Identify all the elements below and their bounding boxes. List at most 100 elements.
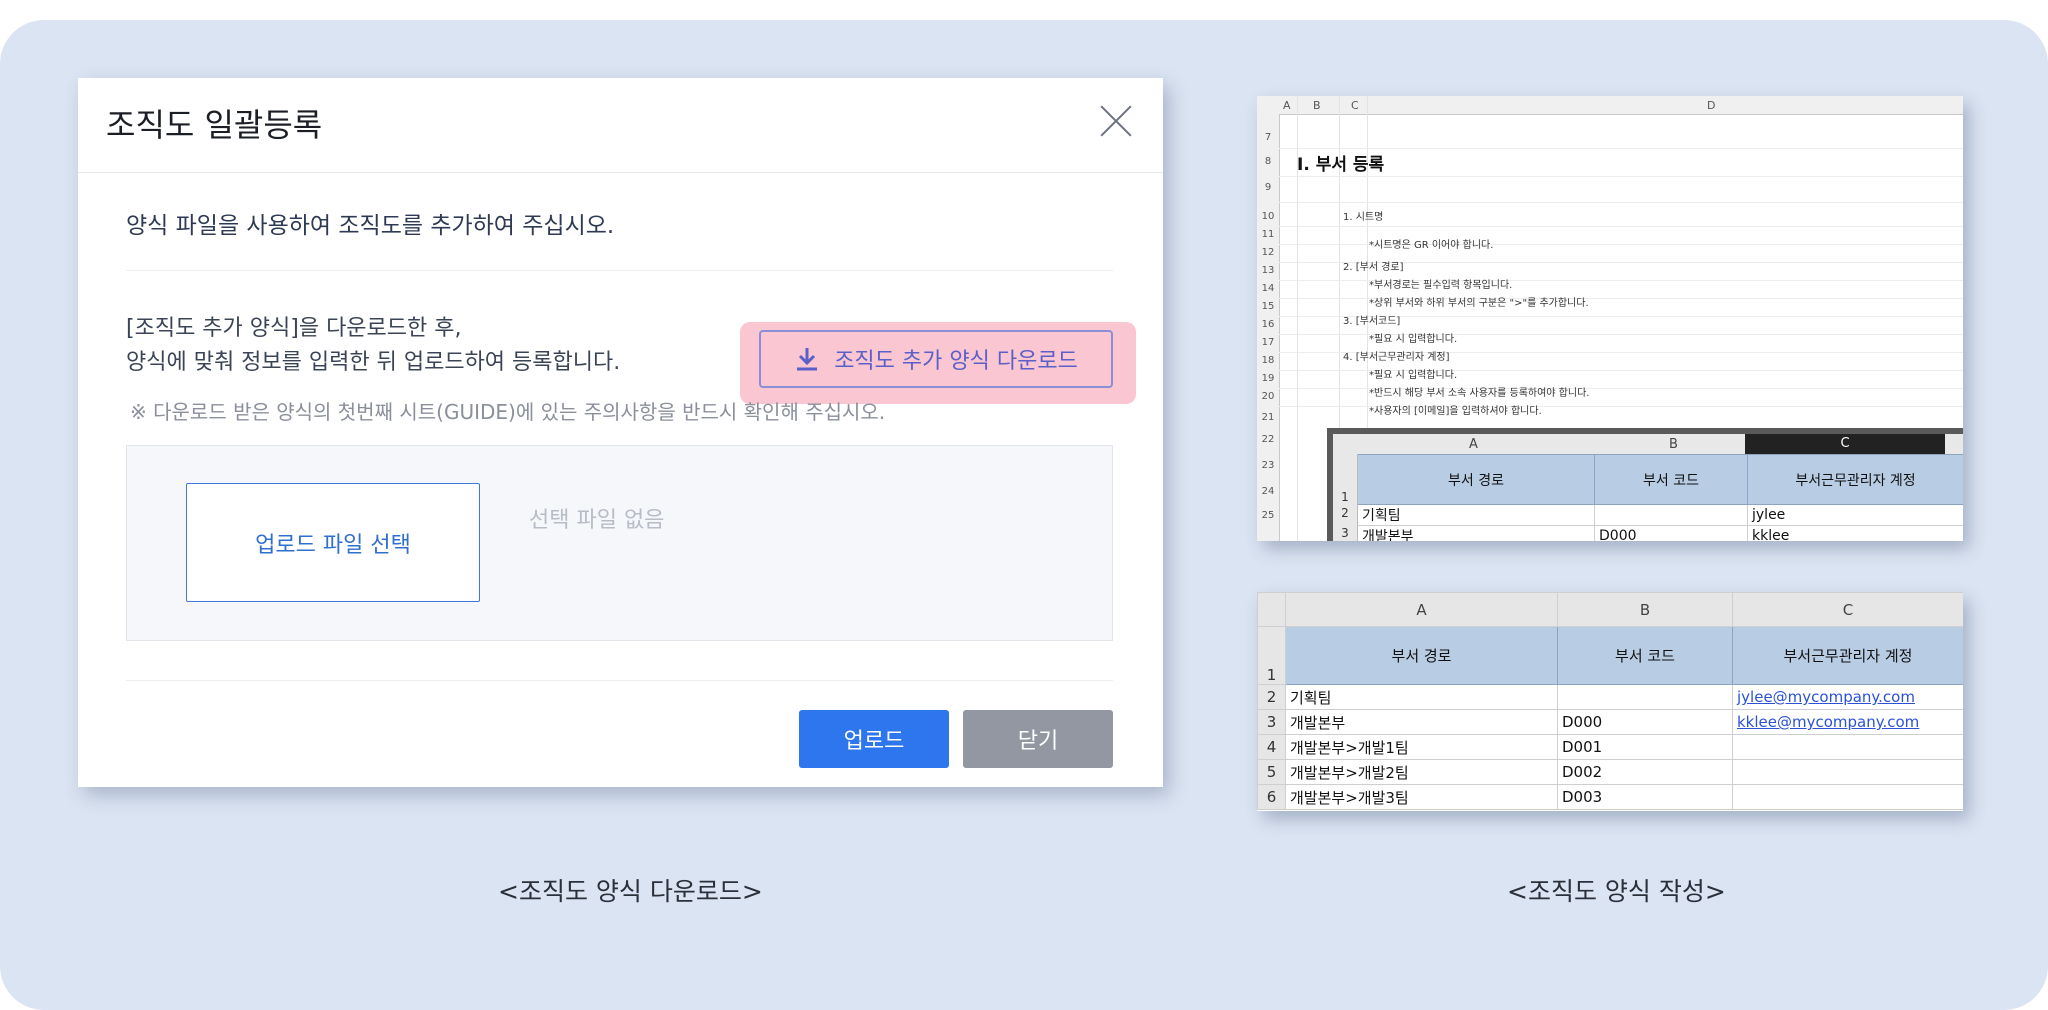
column-header: B [1557, 592, 1733, 627]
row-number: 1 [1341, 490, 1349, 504]
row-number: 20 [1261, 391, 1275, 402]
inset-spreadsheet: A B C 부서 경로 부서 코드 부서근무관리자 계정 기획팀 jylee 개… [1327, 428, 1963, 541]
guide-heading: I. 부서 등록 [1297, 155, 1385, 175]
cell: D001 [1557, 734, 1733, 760]
guide-line: 3. [부서코드] [1343, 316, 1401, 327]
close-button[interactable]: 닫기 [963, 710, 1113, 768]
caption-download: <조직도 양식 다운로드> [498, 877, 763, 906]
grid-line [1279, 202, 1963, 203]
grid-line [1279, 226, 1963, 227]
dialog-header: 조직도 일괄등록 [78, 78, 1163, 173]
row-number: 3 [1341, 526, 1349, 540]
cell [1594, 504, 1748, 526]
dialog-title: 조직도 일괄등록 [106, 106, 323, 144]
upload-button[interactable]: 업로드 [799, 710, 949, 768]
grid-line [1279, 176, 1963, 177]
column-header: A [1283, 99, 1291, 112]
guide-line: *시트명은 GR 이어야 합니다. [1369, 240, 1494, 251]
selected-file-status: 선택 파일 없음 [529, 508, 665, 533]
cell: 개발본부>개발3팀 [1285, 784, 1558, 810]
guide-line: *반드시 해당 부서 소속 사용자를 등록하여야 합니다. [1369, 388, 1590, 399]
cell: 개발본부>개발1팀 [1285, 734, 1558, 760]
instruction-line-2: 양식에 맞춰 정보를 입력한 뒤 업로드하여 등록합니다. [126, 350, 621, 375]
row-number: 16 [1261, 319, 1275, 330]
download-template-button[interactable]: 조직도 추가 양식 다운로드 [759, 330, 1113, 388]
header-cell: 부서 코드 [1557, 626, 1733, 685]
cell [1732, 734, 1963, 760]
cell [1732, 784, 1963, 810]
row-number: 24 [1261, 486, 1275, 497]
header-cell: 부서근무관리자 계정 [1747, 454, 1963, 505]
download-icon [797, 348, 818, 371]
guide-line: *필요 시 입력합니다. [1369, 334, 1458, 345]
cell [1732, 759, 1963, 785]
cell: 개발본부 [1357, 525, 1595, 541]
cell: jylee [1747, 504, 1963, 526]
column-header: A [1285, 592, 1558, 627]
cell: D002 [1557, 759, 1733, 785]
cell: 기획팀 [1357, 504, 1595, 526]
row-number: 9 [1264, 182, 1272, 193]
cell: D000 [1557, 709, 1733, 735]
guide-sheet-screenshot: A B C D 7 8 9 10 11 12 13 14 15 16 17 18… [1257, 96, 1963, 541]
download-template-label: 조직도 추가 양식 다운로드 [834, 349, 1078, 374]
guide-line: 1. 시트명 [1343, 212, 1384, 223]
guide-line: *사용자의 [이메일]을 입력하셔야 합니다. [1369, 406, 1542, 417]
guide-line: *상위 부서와 하위 부서의 구분은 ">"를 추가합니다. [1369, 298, 1589, 309]
cell: D000 [1594, 525, 1748, 541]
row-number: 14 [1261, 283, 1275, 294]
row-number: 21 [1261, 412, 1275, 423]
instruction-text: [조직도 추가 양식]을 다운로드한 후, 양식에 맞춰 정보를 입력한 뒤 업… [126, 312, 620, 380]
row-number: 23 [1261, 460, 1275, 471]
row-number: 25 [1261, 510, 1275, 521]
row-number: 1 [1257, 626, 1286, 685]
close-icon[interactable] [1099, 104, 1133, 138]
row-number: 2 [1257, 684, 1286, 710]
row-number: 3 [1257, 709, 1286, 735]
row-number: 12 [1261, 247, 1275, 258]
row-number: 19 [1261, 373, 1275, 384]
header-cell: 부서 코드 [1594, 454, 1748, 505]
header-cell: 부서 경로 [1357, 454, 1595, 505]
row-number: 18 [1261, 355, 1275, 366]
row-number: 11 [1261, 229, 1275, 240]
org-bulk-register-dialog: 조직도 일괄등록 양식 파일을 사용하여 조직도를 추가하여 주십시오. [조직… [78, 78, 1163, 787]
row-number: 13 [1261, 265, 1275, 276]
column-header: B [1313, 99, 1321, 112]
background-panel: 조직도 일괄등록 양식 파일을 사용하여 조직도를 추가하여 주십시오. [조직… [0, 20, 2048, 1010]
column-header-selected: C [1745, 434, 1945, 454]
row-number: 8 [1264, 156, 1272, 167]
email-link[interactable]: jylee@mycompany.com [1732, 684, 1963, 710]
row-number: 2 [1341, 506, 1349, 520]
form-table: A B C 1 부서 경로 부서 코드 부서근무관리자 계정 2 기획팀 jyl… [1257, 592, 1963, 810]
cell: D003 [1557, 784, 1733, 810]
row-number: 10 [1261, 211, 1275, 222]
header-cell: 부서근무관리자 계정 [1732, 626, 1963, 685]
inset-row-header-bar: 1 2 3 [1333, 454, 1358, 541]
upload-area: 업로드 파일 선택 선택 파일 없음 [126, 445, 1113, 641]
column-header: A [1469, 437, 1478, 452]
row-number: 7 [1264, 132, 1272, 143]
divider [126, 270, 1113, 271]
guide-line: *부서경로는 필수입력 항목입니다. [1369, 280, 1513, 291]
cell: 개발본부>개발2팀 [1285, 759, 1558, 785]
cell [1557, 684, 1733, 710]
cell: 개발본부 [1285, 709, 1558, 735]
grid-line [1279, 148, 1963, 149]
select-upload-file-button[interactable]: 업로드 파일 선택 [186, 483, 480, 602]
row-number: 6 [1257, 784, 1286, 810]
email-link[interactable]: kklee@mycompany.com [1732, 709, 1963, 735]
inset-column-header-bar: A B C [1333, 434, 1963, 455]
guide-line: *필요 시 입력합니다. [1369, 370, 1458, 381]
row-number: 4 [1257, 734, 1286, 760]
column-header: B [1669, 437, 1678, 452]
row-number: 5 [1257, 759, 1286, 785]
header-cell: 부서 경로 [1285, 626, 1558, 685]
notice-text: ※ 다운로드 받은 양식의 첫번째 시트(GUIDE)에 있는 주의사항을 반드… [130, 400, 886, 424]
caption-form: <조직도 양식 작성> [1507, 877, 1726, 906]
cell: kklee [1747, 525, 1963, 541]
form-sheet-screenshot: A B C 1 부서 경로 부서 코드 부서근무관리자 계정 2 기획팀 jyl… [1257, 592, 1963, 811]
column-header: D [1707, 99, 1716, 112]
row-number: 15 [1261, 301, 1275, 312]
cell: 기획팀 [1285, 684, 1558, 710]
